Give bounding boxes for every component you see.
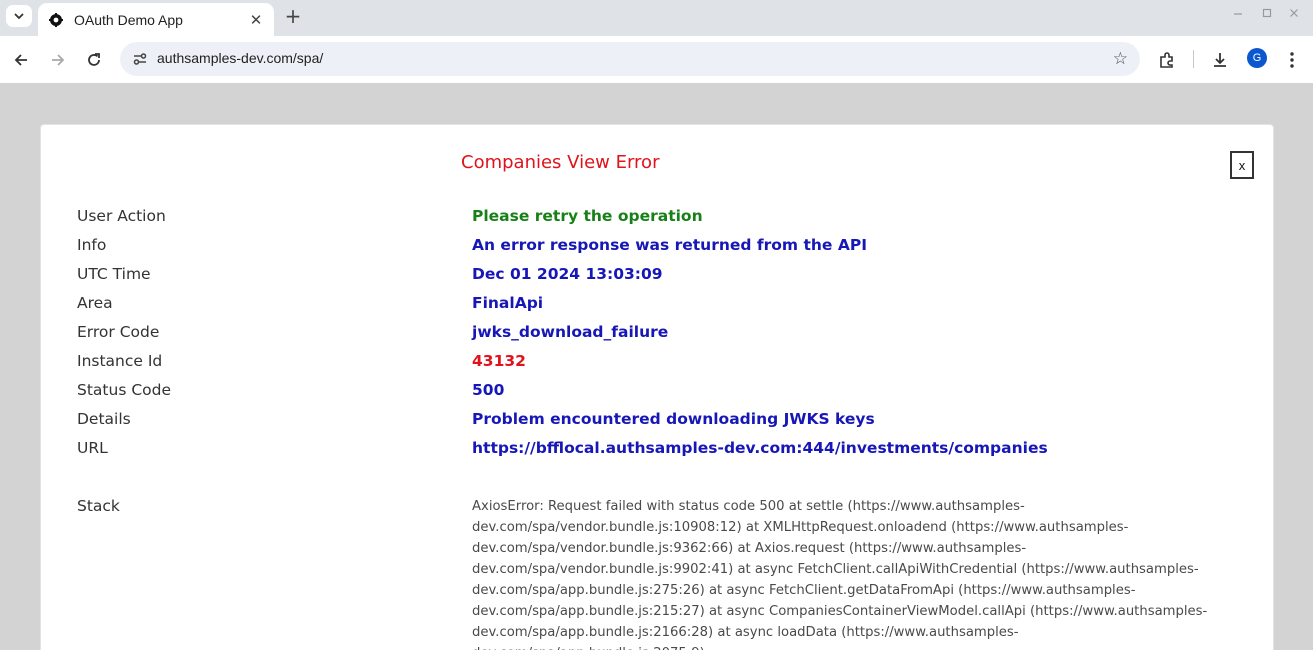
tab-search-button[interactable]	[6, 5, 32, 27]
new-tab-button[interactable]: +	[282, 4, 304, 28]
label-stack: Stack	[77, 497, 120, 515]
value-status-code: 500	[472, 381, 505, 399]
minimize-icon[interactable]	[1228, 7, 1248, 22]
tab-title: OAuth Demo App	[74, 11, 183, 28]
value-area: FinalApi	[472, 294, 544, 312]
reload-button[interactable]	[82, 48, 106, 72]
back-button[interactable]	[9, 48, 33, 72]
dialog-title: Companies View Error	[461, 152, 660, 173]
label-status-code: Status Code	[77, 381, 171, 399]
tab-close-icon[interactable]: ✕	[248, 11, 264, 29]
label-user-action: User Action	[77, 207, 166, 225]
address-bar[interactable]: authsamples-dev.com/spa/ ☆	[120, 42, 1140, 76]
label-utc-time: UTC Time	[77, 265, 151, 283]
value-instance-id: 43132	[472, 352, 526, 370]
arrow-right-icon	[52, 54, 65, 66]
close-window-icon[interactable]	[1284, 7, 1304, 22]
label-error-code: Error Code	[77, 323, 160, 341]
extensions-icon[interactable]	[1156, 49, 1178, 71]
forward-button[interactable]	[46, 48, 70, 72]
bookmark-star-icon[interactable]: ☆	[1113, 49, 1128, 69]
value-error-code: jwks_download_failure	[472, 323, 669, 341]
maximize-icon[interactable]	[1257, 7, 1277, 22]
close-dialog-button[interactable]: x	[1230, 151, 1254, 179]
value-user-action: Please retry the operation	[472, 207, 703, 225]
download-icon[interactable]	[1209, 49, 1231, 71]
label-url: URL	[77, 439, 108, 457]
value-info: An error response was returned from the …	[472, 236, 867, 254]
value-url: https://bfflocal.authsamples-dev.com:444…	[472, 439, 1048, 457]
label-info: Info	[77, 236, 107, 254]
toolbar-divider	[1193, 50, 1194, 68]
url-text[interactable]: authsamples-dev.com/spa/	[157, 50, 323, 66]
label-area: Area	[77, 294, 113, 312]
site-info-icon[interactable]	[132, 51, 148, 67]
label-instance-id: Instance Id	[77, 352, 163, 370]
tab-strip: OAuth Demo App ✕ +	[0, 0, 1313, 36]
value-details: Problem encountered downloading JWKS key…	[472, 410, 875, 428]
chevron-down-icon	[14, 12, 24, 19]
menu-kebab-icon[interactable]	[1281, 49, 1303, 71]
app-favicon-icon	[48, 12, 64, 28]
value-utc-time: Dec 01 2024 13:03:09	[472, 265, 663, 283]
browser-toolbar: authsamples-dev.com/spa/ ☆	[0, 36, 1313, 83]
label-details: Details	[77, 410, 131, 428]
error-dialog: Companies View Error x User Action Pleas…	[40, 124, 1274, 650]
reload-icon	[88, 53, 100, 66]
arrow-left-icon	[14, 54, 27, 66]
value-stack-trace: AxiosError: Request failed with status c…	[472, 499, 1208, 650]
tab-oauth-demo-app[interactable]: OAuth Demo App ✕	[38, 3, 274, 36]
profile-avatar[interactable]: G	[1247, 48, 1267, 68]
